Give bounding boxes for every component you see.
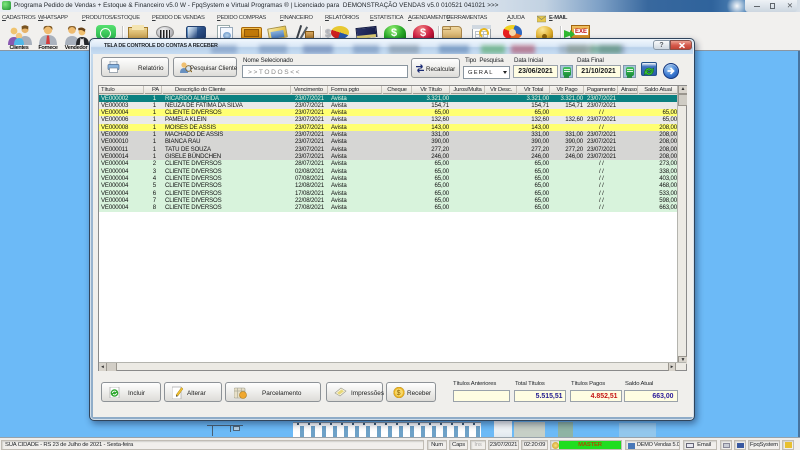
svg-text:$: $ — [397, 390, 401, 397]
